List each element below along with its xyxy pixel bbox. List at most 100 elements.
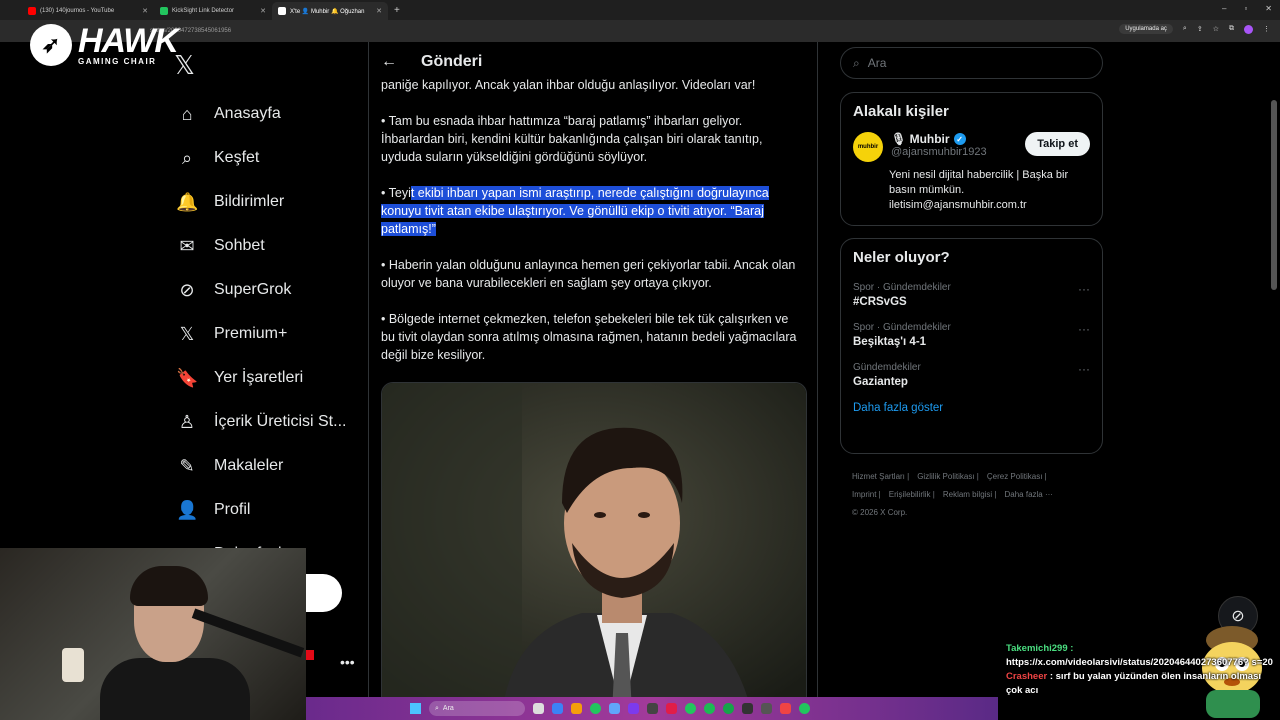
- post-body: paniğe kapılıyor. Ancak yalan ihbar oldu…: [369, 76, 817, 364]
- sidebar-item-label: Keşfet: [214, 149, 260, 166]
- sidebar-item-label: Premium+: [214, 325, 288, 342]
- close-icon[interactable]: ✕: [142, 7, 148, 15]
- x-logo-icon[interactable]: 𝕏: [174, 50, 204, 80]
- account-handle: @ajansmuhbir1923: [891, 146, 987, 158]
- post-column: ← Gönderi paniğe kapılıyor. Ancak yalan …: [368, 42, 818, 720]
- app-icon[interactable]: [609, 703, 620, 714]
- trend-category: Spor · Gündemdekiler: [853, 282, 951, 293]
- account-more-icon[interactable]: •••: [340, 654, 355, 670]
- sidebar-item-label: Yer İşaretleri: [214, 369, 304, 386]
- footer-link[interactable]: Daha fazla ···: [1005, 490, 1053, 499]
- sidebar-item-8[interactable]: ✎ Makaleler: [172, 444, 362, 488]
- follow-button[interactable]: Takip et: [1025, 132, 1090, 156]
- avatar[interactable]: muhbir: [853, 132, 883, 162]
- sidebar-item-4[interactable]: ⊘ SuperGrok: [172, 268, 362, 312]
- footer-link[interactable]: Imprint |: [852, 490, 881, 499]
- star-icon[interactable]: ☆: [1213, 25, 1219, 33]
- folder-icon[interactable]: [571, 703, 582, 714]
- footer-link[interactable]: Erişilebilirlik |: [889, 490, 935, 499]
- sidebar-item-6[interactable]: 🔖 Yer İşaretleri: [172, 356, 362, 400]
- sidebar-item-2[interactable]: 🔔 Bildirimler: [172, 180, 362, 224]
- profile-avatar[interactable]: [1244, 24, 1253, 34]
- footer-link[interactable]: Çerez Politikası |: [987, 472, 1047, 481]
- footer-link[interactable]: Gizlilik Politikası |: [917, 472, 979, 481]
- youtube-icon: [28, 7, 36, 15]
- close-icon[interactable]: ✕: [260, 7, 266, 15]
- tab-kicksight[interactable]: KickSight Link Detector ✕: [154, 2, 272, 20]
- taskbar-search[interactable]: ⌕ Ara: [429, 701, 525, 716]
- more-options-icon[interactable]: ···: [1078, 362, 1090, 376]
- jar: [62, 648, 84, 682]
- open-in-app-button[interactable]: Uygulamada aç: [1119, 24, 1173, 34]
- microphone-arm: [191, 608, 305, 658]
- post-paragraph: • Haberin yalan olduğunu anlayınca hemen…: [381, 258, 796, 290]
- scrollbar[interactable]: [1271, 100, 1277, 290]
- app-icon[interactable]: [723, 703, 734, 714]
- taskbar-search-label: Ara: [442, 705, 454, 712]
- extensions-icon[interactable]: ⧉: [1229, 25, 1234, 33]
- trend-item[interactable]: Spor · Gündemdekiler Beşiktaş'ı 4-1 ···: [853, 322, 1090, 348]
- trend-item[interactable]: Gündemdekiler Gaziantep ···: [853, 362, 1090, 388]
- menu-icon[interactable]: ⋮: [1263, 25, 1270, 33]
- maximize-icon[interactable]: ▫: [1244, 4, 1247, 13]
- page-title: Gönderi: [421, 53, 483, 70]
- close-icon[interactable]: ✕: [376, 7, 382, 15]
- more-options-icon[interactable]: ···: [1078, 322, 1090, 336]
- task-view-icon[interactable]: [533, 703, 544, 714]
- more-options-icon[interactable]: ···: [1078, 282, 1090, 296]
- profile-icon: 👤: [176, 499, 199, 520]
- spotify-icon[interactable]: [704, 703, 715, 714]
- sidebar-item-1[interactable]: ⌕ Keşfet: [172, 136, 362, 180]
- logo-sub: GAMING CHAIR: [78, 57, 157, 66]
- show-more-link[interactable]: Daha fazla göster: [853, 402, 1090, 414]
- obs-icon[interactable]: [742, 703, 753, 714]
- x-premium-icon: 𝕏: [179, 323, 195, 344]
- chrome-icon[interactable]: [799, 703, 810, 714]
- app-icon[interactable]: [761, 703, 772, 714]
- post-image[interactable]: [381, 382, 807, 712]
- discord-icon[interactable]: [628, 703, 639, 714]
- card-title: Neler oluyor?: [853, 249, 950, 266]
- footer-link[interactable]: Reklam bilgisi |: [943, 490, 997, 499]
- account-display-name: 🎙 Muhbir: [891, 132, 950, 146]
- sidebar-item-3[interactable]: ✉ Sohbet: [172, 224, 362, 268]
- app-icon[interactable]: [780, 703, 791, 714]
- minimize-icon[interactable]: –: [1222, 4, 1226, 13]
- related-account[interactable]: muhbir 🎙 Muhbir ✓ @ajansmuhbir1923 Takip…: [853, 132, 1090, 162]
- post-paragraph: • Bölgede internet çekmezken, telefon şe…: [381, 312, 797, 362]
- app-icon[interactable]: [552, 703, 563, 714]
- post-button-partial[interactable]: [306, 574, 342, 612]
- chat-text: https://x.com/videolarsivi/status/202046…: [1006, 657, 1273, 668]
- windows-start-icon[interactable]: [410, 703, 421, 714]
- zoom-icon[interactable]: ⌕: [1183, 25, 1187, 33]
- back-arrow-icon[interactable]: ←: [381, 53, 397, 71]
- sidebar-item-5[interactable]: 𝕏 Premium+: [172, 312, 362, 356]
- sidebar-item-0[interactable]: ⌂ Anasayfa: [172, 92, 362, 136]
- search-input[interactable]: ⌕ Ara: [840, 47, 1103, 79]
- verified-icon: ✓: [953, 133, 966, 145]
- sidebar-item-label: İçerik Üreticisi St...: [214, 413, 347, 430]
- tab-x-post[interactable]: X'te 👤 Muhbir 🔔 Oğuzhan ✕: [272, 2, 388, 20]
- tab-youtube[interactable]: (130) 140journos - YouTube ✕: [22, 2, 154, 20]
- share-icon[interactable]: ⇪: [1197, 25, 1203, 33]
- footer-link[interactable]: Hizmet Şartları |: [852, 472, 909, 481]
- account-bio: Yeni nesil dijital habercilik | Başka bi…: [889, 169, 1069, 211]
- account-name[interactable]: 🎙 Muhbir ✓: [891, 132, 987, 146]
- chrome-icon[interactable]: [590, 703, 601, 714]
- streamer-body: [100, 658, 250, 720]
- kicksight-icon: [160, 7, 168, 15]
- article-icon: ✎: [179, 455, 195, 476]
- new-tab-icon[interactable]: +: [394, 5, 400, 16]
- trend-item[interactable]: Spor · Gündemdekiler #CRSvGS ···: [853, 282, 1090, 308]
- close-window-icon[interactable]: ✕: [1265, 4, 1272, 13]
- footer-links: Hizmet Şartları | Gizlilik Politikası | Çe…: [852, 468, 1102, 522]
- sidebar-item-7[interactable]: ♙ İçerik Üreticisi St...: [172, 400, 362, 444]
- app-icon[interactable]: [666, 703, 677, 714]
- app-icon[interactable]: [647, 703, 658, 714]
- selected-text: t ekibi ihbarı yapan ismi araştırıp, ner…: [381, 186, 769, 236]
- hawk-logo: ➶ HAWK GAMING CHAIR: [30, 24, 179, 66]
- sidebar-item-label: SuperGrok: [214, 281, 292, 298]
- spotify-icon[interactable]: [685, 703, 696, 714]
- sidebar-item-9[interactable]: 👤 Profil: [172, 488, 362, 532]
- trend-name: #CRSvGS: [853, 296, 907, 308]
